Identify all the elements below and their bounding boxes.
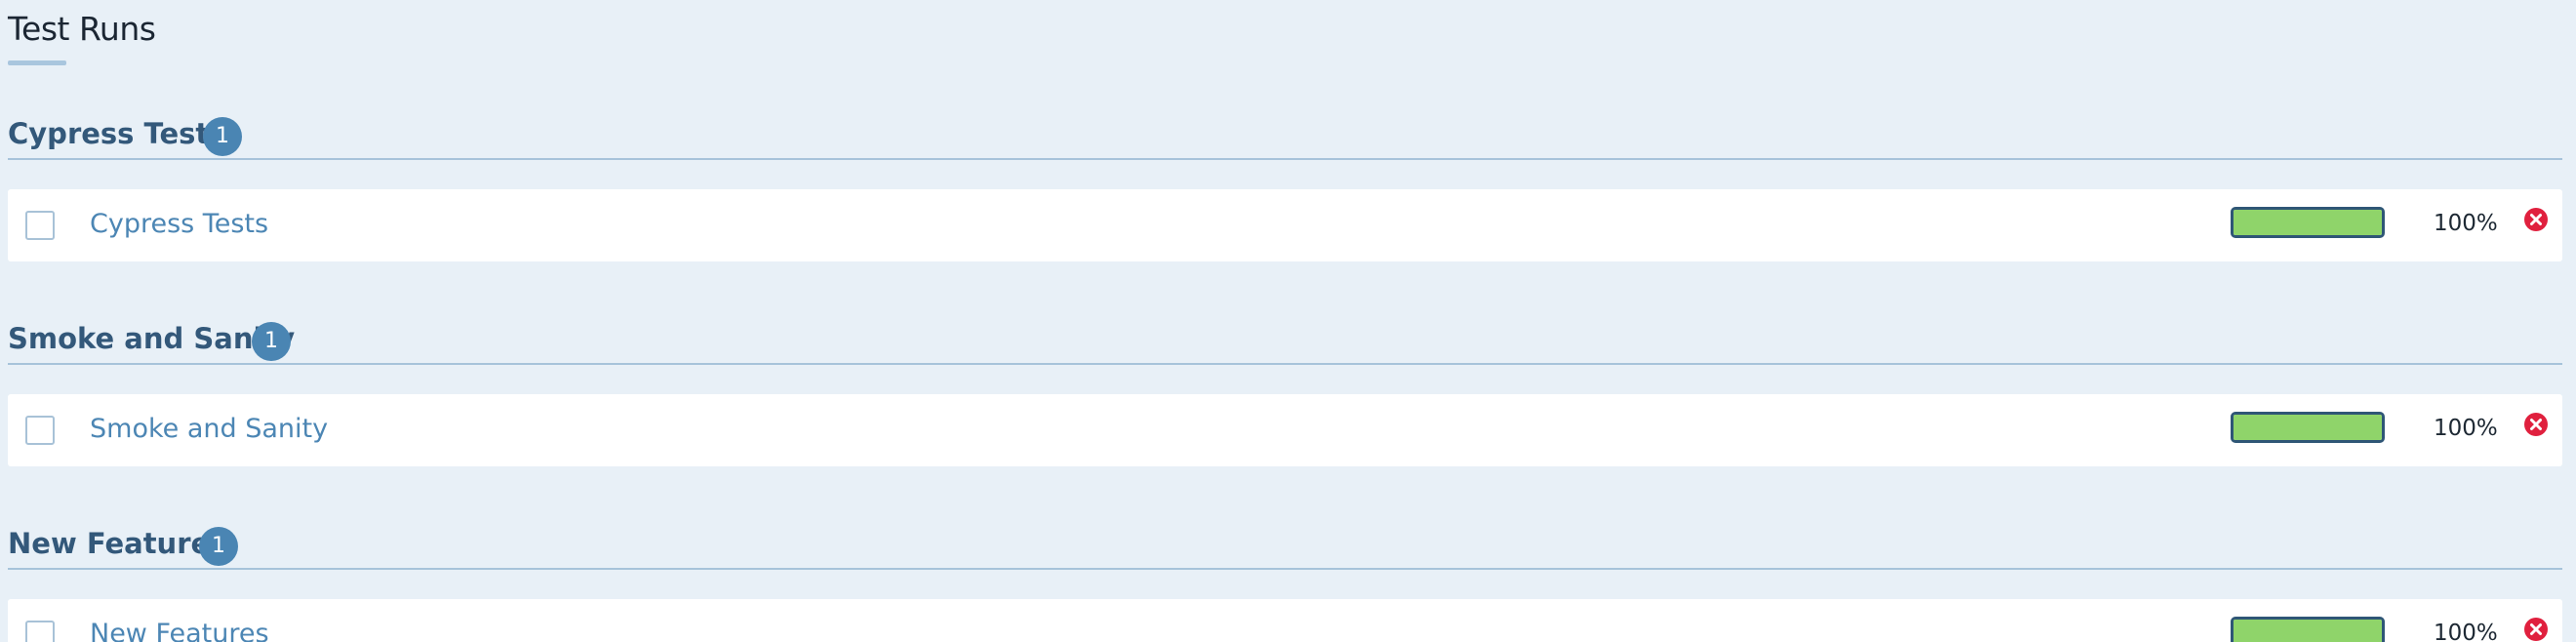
page-title: Test Runs <box>8 10 156 48</box>
progress-fill <box>2234 415 2382 440</box>
progress-fill <box>2234 210 2382 235</box>
close-circle-icon[interactable] <box>2523 412 2549 437</box>
test-run-row: Cypress Tests 100% <box>8 189 2562 261</box>
close-circle-icon[interactable] <box>2523 207 2549 232</box>
progress-percent: 100% <box>2434 416 2498 441</box>
close-circle-icon[interactable] <box>2523 617 2549 642</box>
title-underline <box>8 60 66 65</box>
group-count-badge: 1 <box>199 527 238 566</box>
test-runs-page: Test Runs Cypress Tests 1 Cypress Tests … <box>0 0 2576 642</box>
test-run-link[interactable]: New Features <box>90 619 269 642</box>
progress-percent: 100% <box>2434 621 2498 642</box>
group-count-badge: 1 <box>203 117 242 156</box>
group-title: New Features <box>8 527 227 560</box>
progress-fill <box>2234 620 2382 642</box>
row-checkbox[interactable] <box>25 621 55 642</box>
group-title: Cypress Tests <box>8 117 226 150</box>
group-header-new-features: New Features 1 <box>8 515 2562 570</box>
test-run-link[interactable]: Cypress Tests <box>90 209 268 239</box>
group-count-badge: 1 <box>252 322 291 361</box>
row-checkbox[interactable] <box>25 416 55 445</box>
test-run-link[interactable]: Smoke and Sanity <box>90 414 328 444</box>
progress-bar <box>2231 207 2385 238</box>
progress-bar <box>2231 412 2385 443</box>
group-header-cypress-tests: Cypress Tests 1 <box>8 105 2562 160</box>
test-run-row: Smoke and Sanity 100% <box>8 394 2562 466</box>
test-run-row: New Features 100% <box>8 599 2562 642</box>
group-header-smoke-and-sanity: Smoke and Sanity 1 <box>8 310 2562 365</box>
progress-bar <box>2231 617 2385 642</box>
row-checkbox[interactable] <box>25 211 55 240</box>
progress-percent: 100% <box>2434 211 2498 236</box>
